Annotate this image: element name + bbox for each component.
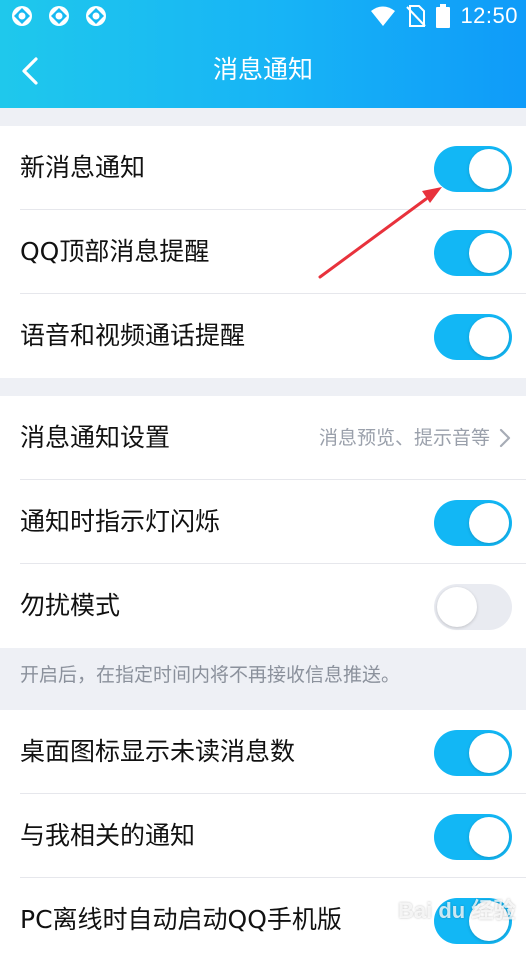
list-item: 新消息通知: [0, 126, 526, 210]
indicator-light-blink-toggle[interactable]: [434, 500, 512, 546]
list-item: 勿扰模式: [0, 564, 526, 648]
qq-top-message-reminder-toggle[interactable]: [434, 230, 512, 276]
app-header: 12:50 消息通知: [0, 0, 526, 108]
app-notification-icon: [49, 6, 69, 26]
voice-video-call-reminder-label: 语音和视频通话提醒: [20, 321, 246, 350]
do-not-disturb-toggle[interactable]: [434, 584, 512, 630]
toggle-knob: [469, 733, 509, 773]
app-notification-icon: [12, 6, 32, 26]
related-to-me-notification-label: 与我相关的通知: [20, 821, 196, 850]
voice-video-call-reminder-toggle[interactable]: [434, 314, 512, 360]
notification-settings-value: 消息预览、提示音等: [318, 427, 490, 449]
toggle-knob: [469, 317, 509, 357]
battery-icon: [436, 4, 451, 28]
chevron-right-icon: [499, 428, 511, 448]
notification-settings-section: 消息通知设置 消息预览、提示音等 通知时指示灯闪烁 勿扰模式: [0, 396, 526, 648]
qq-top-message-reminder-label: QQ顶部消息提醒: [20, 237, 210, 266]
list-item: PC离线时自动启动QQ手机版: [0, 878, 526, 962]
system-icons: 12:50: [370, 3, 518, 29]
list-item: 与我相关的通知: [0, 794, 526, 878]
related-to-me-notification-toggle[interactable]: [434, 814, 512, 860]
notification-settings-label: 消息通知设置: [20, 423, 171, 452]
toggle-knob: [469, 901, 509, 941]
toggle-knob: [469, 233, 509, 273]
toggle-knob: [469, 817, 509, 857]
pc-offline-auto-start-toggle[interactable]: [434, 898, 512, 944]
desktop-badge-unread-toggle[interactable]: [434, 730, 512, 776]
new-message-notification-label: 新消息通知: [20, 153, 146, 182]
notification-toggles-section: 新消息通知 QQ顶部消息提醒 语音和视频通话提醒: [0, 126, 526, 378]
do-not-disturb-label: 勿扰模式: [20, 591, 121, 620]
toggle-knob: [469, 149, 509, 189]
pc-offline-auto-start-label: PC离线时自动启动QQ手机版: [20, 905, 342, 934]
indicator-light-blink-label: 通知时指示灯闪烁: [20, 507, 221, 536]
no-sim-icon: [406, 5, 427, 27]
do-not-disturb-hint: 开启后，在指定时间内将不再接收信息推送。: [20, 664, 401, 686]
list-item: QQ顶部消息提醒: [0, 210, 526, 294]
status-bar: 12:50: [0, 0, 526, 32]
toggle-knob: [469, 503, 509, 543]
list-item: 语音和视频通话提醒: [0, 294, 526, 378]
list-item: 通知时指示灯闪烁: [0, 480, 526, 564]
toggle-knob: [437, 587, 477, 627]
new-message-notification-toggle[interactable]: [434, 146, 512, 192]
app-notification-icon: [86, 6, 106, 26]
desktop-badge-unread-label: 桌面图标显示未读消息数: [20, 737, 296, 766]
list-item: 桌面图标显示未读消息数: [0, 710, 526, 794]
wifi-icon: [371, 6, 396, 26]
status-time: 12:50: [460, 3, 518, 28]
badge-settings-section: 桌面图标显示未读消息数 与我相关的通知 PC离线时自动启动QQ手机版: [0, 710, 526, 962]
notification-settings-item[interactable]: 消息通知设置 消息预览、提示音等: [0, 396, 526, 480]
page-title: 消息通知: [212, 55, 313, 84]
